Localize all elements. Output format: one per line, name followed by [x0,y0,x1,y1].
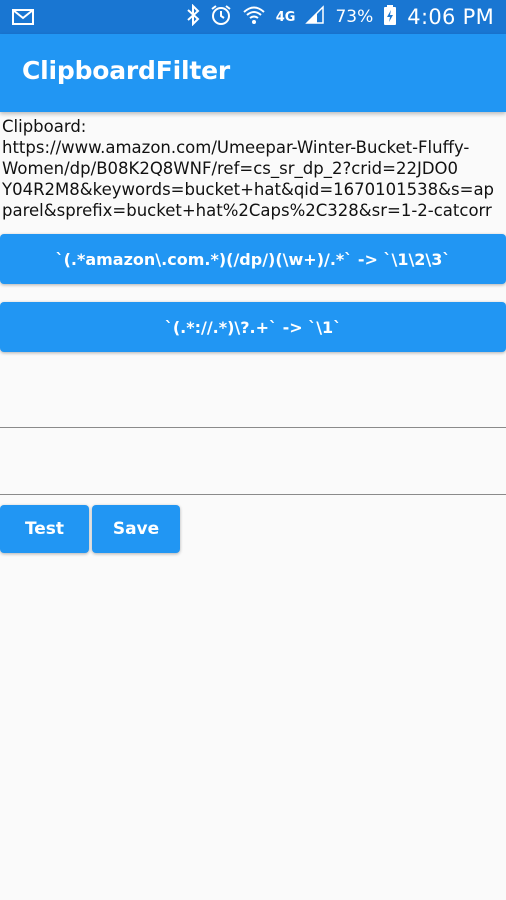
clipboard-line: parel&sprefix=bucket+hat%2Caps%2C328&sr=… [2,201,492,220]
battery-percent: 73% [335,7,374,27]
rule-button-query-strip[interactable]: `(.*://.*)\?.+` -> `\1` [0,302,506,352]
clipboard-text: Clipboard: https://www.amazon.com/Umeepa… [2,116,506,221]
pattern-field[interactable] [0,368,506,428]
rule-button-amazon[interactable]: `(.*amazon\.com.*)(/dp/)(\w+)/.*` -> `\1… [0,234,506,284]
status-bar: 4G 73% 4:06 PM [0,0,506,34]
replacement-field[interactable] [0,435,506,495]
app-title: ClipboardFilter [22,56,230,85]
mail-icon [12,8,34,31]
wifi-icon [242,5,266,29]
clock-time: 4:06 PM [407,5,494,29]
pattern-input[interactable] [0,391,504,421]
test-button[interactable]: Test [0,505,89,553]
clipboard-line: Y04R2M8&keywords=bucket+hat&qid=16701015… [2,180,495,199]
battery-charging-icon [383,4,397,30]
app-bar: ClipboardFilter [0,34,506,112]
save-button[interactable]: Save [92,505,180,553]
network-type: 4G [275,9,296,25]
signal-icon [305,5,325,29]
clipboard-line: https://www.amazon.com/Umeepar-Winter-Bu… [2,138,470,157]
clipboard-label: Clipboard: [2,117,87,136]
alarm-icon [210,4,232,30]
bluetooth-icon [186,3,200,30]
replacement-input[interactable] [0,458,504,488]
clipboard-line: Women/dp/B08K2Q8WNF/ref=cs_sr_dp_2?crid=… [2,159,459,178]
